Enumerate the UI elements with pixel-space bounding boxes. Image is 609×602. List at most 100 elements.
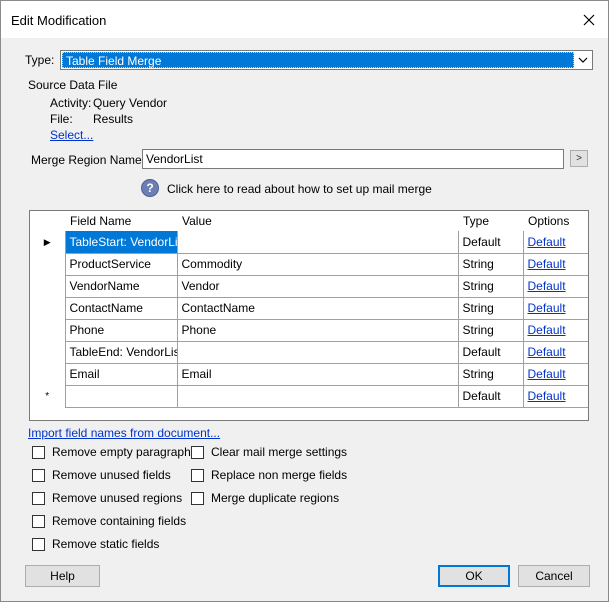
value-cell[interactable]: Commodity xyxy=(176,252,459,276)
type-cell[interactable]: String xyxy=(457,274,524,298)
help-button[interactable]: Help xyxy=(25,565,100,587)
row-header[interactable] xyxy=(30,253,66,275)
field-name-cell[interactable]: ProductService xyxy=(64,252,178,276)
options-default-link[interactable]: Default xyxy=(528,235,566,249)
table-row[interactable]: VendorName Vendor String Default xyxy=(30,274,588,298)
checkbox-label: Remove empty paragraphs xyxy=(52,445,197,459)
activity-value: Query Vendor xyxy=(93,96,168,110)
checkbox-box[interactable] xyxy=(191,468,204,482)
close-button[interactable] xyxy=(578,9,600,31)
new-row-marker-icon[interactable]: * xyxy=(30,385,66,407)
merge-region-input[interactable] xyxy=(142,149,564,169)
type-cell[interactable]: Default xyxy=(457,384,524,408)
file-value: Results xyxy=(93,112,134,126)
checkbox-label: Remove containing fields xyxy=(52,514,187,528)
field-name-cell[interactable] xyxy=(64,384,178,408)
field-name-cell[interactable]: TableEnd: VendorList xyxy=(64,340,178,364)
remove-unused-fields-checkbox[interactable]: Remove unused fields xyxy=(32,467,171,483)
options-default-link[interactable]: Default xyxy=(528,301,566,315)
type-cell[interactable]: String xyxy=(457,362,524,386)
remove-empty-paragraphs-checkbox[interactable]: Remove empty paragraphs xyxy=(32,444,197,460)
checkbox-box[interactable] xyxy=(32,445,45,459)
options-default-link[interactable]: Default xyxy=(528,389,566,403)
select-link[interactable]: Select... xyxy=(50,128,93,142)
field-name-cell[interactable]: ContactName xyxy=(64,296,178,320)
replace-non-merge-fields-checkbox[interactable]: Replace non merge fields xyxy=(191,467,347,483)
type-cell[interactable]: Default xyxy=(457,340,524,364)
close-icon xyxy=(583,14,595,26)
row-header[interactable] xyxy=(30,319,66,341)
value-cell[interactable]: Vendor xyxy=(176,274,459,298)
cancel-button[interactable]: Cancel xyxy=(518,565,590,587)
checkbox-box[interactable] xyxy=(191,445,204,459)
window-title: Edit Modification xyxy=(11,13,107,28)
row-header[interactable] xyxy=(30,297,66,319)
column-header-field-name[interactable]: Field Name xyxy=(65,211,177,231)
checkbox-label: Remove static fields xyxy=(52,537,160,551)
merge-region-label: Merge Region Name: xyxy=(31,153,146,167)
remove-unused-regions-checkbox[interactable]: Remove unused regions xyxy=(32,490,182,506)
field-name-cell[interactable]: Phone xyxy=(64,318,178,342)
edit-modification-dialog: Edit Modification Type: Table Field Merg… xyxy=(0,0,609,602)
row-header[interactable] xyxy=(30,341,66,363)
remove-static-fields-checkbox[interactable]: Remove static fields xyxy=(32,536,159,552)
grid-header-row: Field Name Value Type Options xyxy=(30,211,588,231)
type-cell[interactable]: String xyxy=(457,318,524,342)
options-default-link[interactable]: Default xyxy=(528,345,566,359)
title-bar: Edit Modification xyxy=(1,1,608,39)
options-default-link[interactable]: Default xyxy=(528,367,566,381)
field-name-cell[interactable]: TableStart: VendorList xyxy=(64,231,178,254)
value-cell[interactable] xyxy=(176,231,459,254)
checkbox-label: Remove unused regions xyxy=(52,491,183,505)
field-mapping-grid[interactable]: Field Name Value Type Options ▶ TableSta… xyxy=(29,210,589,421)
options-default-link[interactable]: Default xyxy=(528,257,566,271)
chevron-down-icon[interactable] xyxy=(576,53,590,67)
value-cell[interactable] xyxy=(176,340,459,364)
table-row[interactable]: ▶ TableStart: VendorList Default Default xyxy=(30,231,588,254)
help-icon[interactable]: ? xyxy=(141,179,159,197)
checkbox-box[interactable] xyxy=(191,491,204,505)
table-row[interactable]: Phone Phone String Default xyxy=(30,318,588,342)
row-header[interactable] xyxy=(30,363,66,385)
type-cell[interactable]: String xyxy=(457,252,524,276)
checkbox-box[interactable] xyxy=(32,514,45,528)
row-header[interactable] xyxy=(30,275,66,297)
mail-merge-help-link[interactable]: Click here to read about how to set up m… xyxy=(167,182,432,196)
field-name-cell[interactable]: VendorName xyxy=(64,274,178,298)
table-row[interactable]: Email Email String Default xyxy=(30,362,588,386)
checkbox-box[interactable] xyxy=(32,468,45,482)
field-name-cell[interactable]: Email xyxy=(64,362,178,386)
value-cell[interactable]: ContactName xyxy=(176,296,459,320)
table-row-new[interactable]: * Default Default xyxy=(30,384,588,408)
value-cell[interactable] xyxy=(176,384,459,408)
column-header-options[interactable]: Options xyxy=(523,211,588,231)
grid-corner-header xyxy=(30,211,65,231)
table-row[interactable]: ContactName ContactName String Default xyxy=(30,296,588,320)
merge-duplicate-regions-checkbox[interactable]: Merge duplicate regions xyxy=(191,490,339,506)
clear-mail-merge-settings-checkbox[interactable]: Clear mail merge settings xyxy=(191,444,347,460)
checkbox-box[interactable] xyxy=(32,491,45,505)
remove-containing-fields-checkbox[interactable]: Remove containing fields xyxy=(32,513,186,529)
table-row[interactable]: ProductService Commodity String Default xyxy=(30,252,588,276)
column-header-type[interactable]: Type xyxy=(458,211,523,231)
table-row[interactable]: TableEnd: VendorList Default Default xyxy=(30,340,588,364)
activity-label: Activity: xyxy=(50,96,92,110)
checkbox-box[interactable] xyxy=(32,537,45,551)
value-cell[interactable]: Email xyxy=(176,362,459,386)
checkbox-label: Clear mail merge settings xyxy=(211,445,348,459)
column-header-value[interactable]: Value xyxy=(177,211,458,231)
checkbox-label: Merge duplicate regions xyxy=(211,491,340,505)
options-default-link[interactable]: Default xyxy=(528,279,566,293)
source-data-file-heading: Source Data File xyxy=(28,78,118,92)
options-default-link[interactable]: Default xyxy=(528,323,566,337)
type-dropdown[interactable]: Table Field Merge xyxy=(60,50,593,70)
checkbox-label: Replace non merge fields xyxy=(211,468,348,482)
type-cell[interactable]: Default xyxy=(457,231,524,254)
import-field-names-link[interactable]: Import field names from document... xyxy=(28,426,220,440)
merge-region-browse-button[interactable]: > xyxy=(570,150,588,167)
value-cell[interactable]: Phone xyxy=(176,318,459,342)
ok-button[interactable]: OK xyxy=(438,565,510,587)
type-cell[interactable]: String xyxy=(457,296,524,320)
checkbox-label: Remove unused fields xyxy=(52,468,171,482)
row-current-marker-icon[interactable]: ▶ xyxy=(30,231,66,253)
